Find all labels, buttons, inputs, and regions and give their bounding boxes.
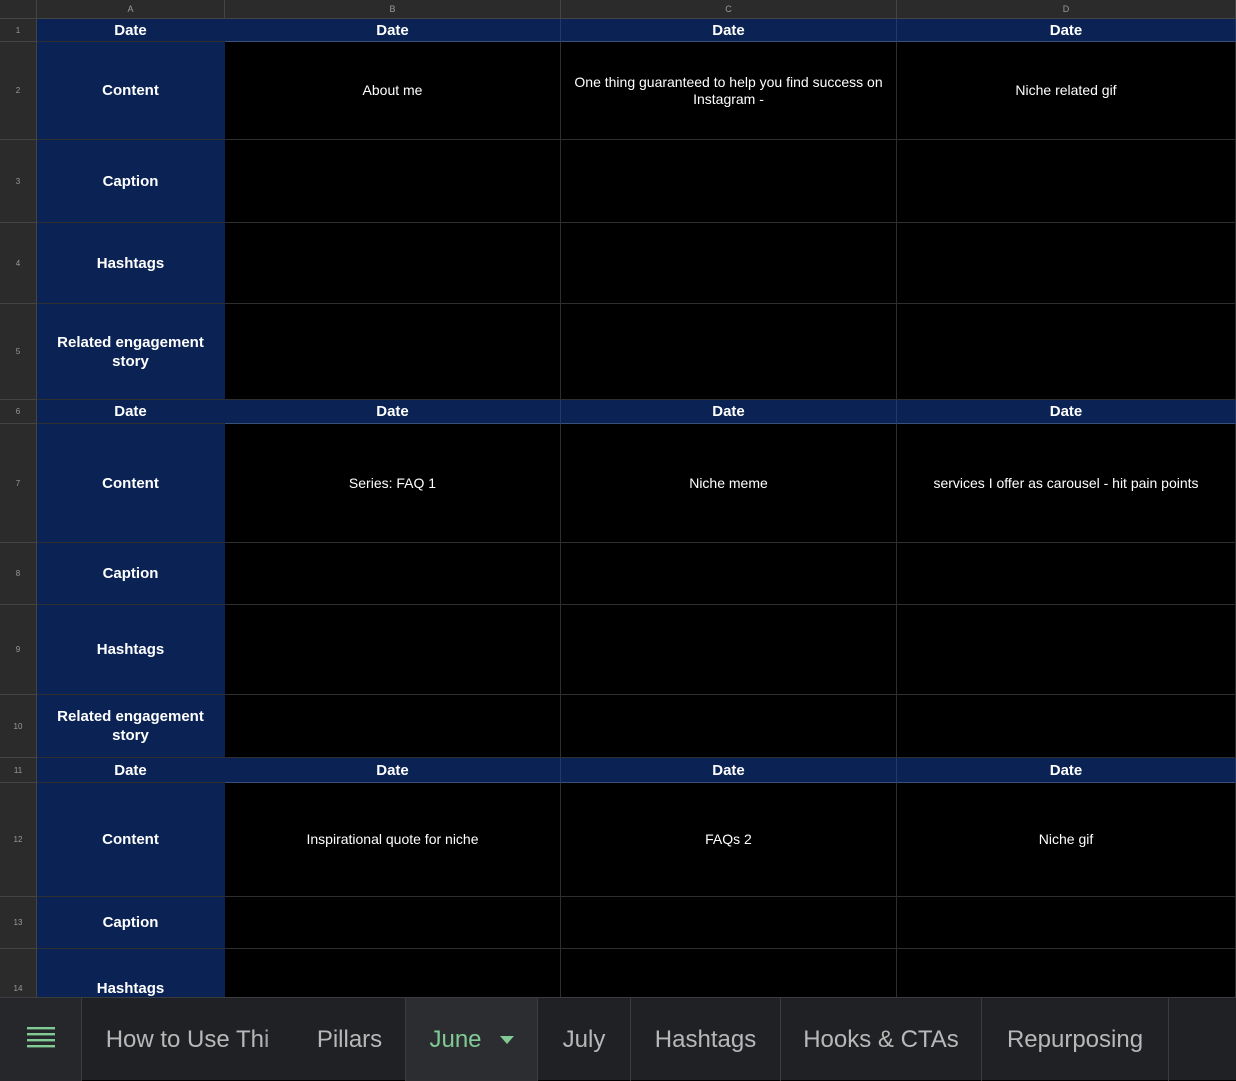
select-all-corner[interactable] (0, 0, 37, 19)
tab-how-to-use[interactable]: How to Use Thi (82, 998, 294, 1081)
tab-repurposing[interactable]: Repurposing (982, 998, 1169, 1081)
column-header-d[interactable]: D (897, 0, 1236, 19)
tab-label: July (562, 1025, 606, 1053)
row-label-cell[interactable]: Related engagement story (37, 304, 225, 400)
date-cell[interactable]: Date (225, 758, 561, 783)
content-cell[interactable] (897, 223, 1236, 304)
content-cell[interactable] (561, 140, 897, 223)
row-header[interactable]: 12 (0, 783, 37, 897)
content-cell[interactable] (561, 223, 897, 304)
content-cell[interactable]: About me (225, 42, 561, 140)
column-header-a[interactable]: A (37, 0, 225, 19)
row-header[interactable]: 11 (0, 758, 37, 783)
tab-pillars[interactable]: Pillars (294, 998, 406, 1081)
tab-hooks-ctas[interactable]: Hooks & CTAs (781, 998, 982, 1081)
date-cell[interactable]: Date (561, 400, 897, 424)
content-cell[interactable] (897, 949, 1236, 997)
content-cell[interactable]: Niche gif (897, 783, 1236, 897)
row-header[interactable]: 7 (0, 424, 37, 543)
row-label-cell[interactable]: Caption (37, 543, 225, 605)
row-label-cell[interactable]: Related engagement story (37, 695, 225, 758)
content-cell[interactable]: services I offer as carousel - hit pain … (897, 424, 1236, 543)
tab-hashtags[interactable]: Hashtags (631, 998, 781, 1081)
content-cell[interactable] (561, 695, 897, 758)
row-header[interactable]: 8 (0, 543, 37, 605)
column-header-b[interactable]: B (225, 0, 561, 19)
content-cell[interactable]: Series: FAQ 1 (225, 424, 561, 543)
date-cell[interactable]: Date (561, 19, 897, 42)
tab-label: Pillars (316, 1025, 383, 1053)
content-cell[interactable] (561, 897, 897, 949)
content-cell[interactable] (225, 223, 561, 304)
tab-july[interactable]: July (538, 998, 631, 1081)
date-cell[interactable]: Date (561, 758, 897, 783)
tab-label: Hooks & CTAs (803, 1025, 959, 1053)
spreadsheet-grid[interactable]: A B C D 1 Date Date Date Date 2 Content About m… (0, 0, 1236, 997)
row-header[interactable]: 10 (0, 695, 37, 758)
content-cell[interactable]: Niche meme (561, 424, 897, 543)
content-cell[interactable]: One thing guaranteed to help you find su… (561, 42, 897, 140)
row-header[interactable]: 5 (0, 304, 37, 400)
content-cell[interactable] (561, 605, 897, 695)
sheet-list-icon (26, 1025, 55, 1054)
content-cell[interactable] (897, 140, 1236, 223)
date-cell[interactable]: Date (897, 758, 1236, 783)
tab-june[interactable]: June (406, 998, 538, 1081)
content-cell[interactable] (897, 605, 1236, 695)
row-label-cell[interactable]: Date (37, 400, 225, 424)
tab-label: June (429, 1025, 482, 1053)
date-cell[interactable]: Date (225, 400, 561, 424)
column-header-c[interactable]: C (561, 0, 897, 19)
row-label-cell[interactable]: Hashtags (37, 949, 225, 997)
row-header[interactable]: 1 (0, 19, 37, 42)
row-header[interactable]: 9 (0, 605, 37, 695)
content-cell[interactable] (897, 897, 1236, 949)
content-cell[interactable] (225, 897, 561, 949)
content-cell[interactable] (897, 543, 1236, 605)
tab-label: How to Use Thi (105, 1025, 270, 1053)
tab-label: Hashtags (654, 1025, 757, 1053)
content-cell[interactable] (225, 949, 561, 997)
row-label-cell[interactable]: Date (37, 19, 225, 42)
row-label-cell[interactable]: Content (37, 42, 225, 140)
content-cell[interactable] (225, 304, 561, 400)
tab-label: Repurposing (1006, 1025, 1144, 1053)
date-cell[interactable]: Date (897, 400, 1236, 424)
sheet-tab-bar: How to Use Thi Pillars June July Hashtag… (0, 997, 1236, 1081)
row-header[interactable]: 3 (0, 140, 37, 223)
row-header[interactable]: 4 (0, 223, 37, 304)
content-cell[interactable] (561, 543, 897, 605)
row-label-cell[interactable]: Hashtags (37, 223, 225, 304)
content-cell[interactable] (225, 695, 561, 758)
date-cell[interactable]: Date (897, 19, 1236, 42)
content-cell[interactable]: Inspirational quote for niche (225, 783, 561, 897)
content-cell[interactable] (225, 543, 561, 605)
row-label-cell[interactable]: Content (37, 783, 225, 897)
content-cell[interactable]: Niche related gif (897, 42, 1236, 140)
content-cell[interactable] (561, 949, 897, 997)
row-header[interactable]: 14 (0, 949, 37, 997)
content-cell[interactable]: FAQs 2 (561, 783, 897, 897)
row-header[interactable]: 13 (0, 897, 37, 949)
content-cell[interactable] (897, 695, 1236, 758)
content-cell[interactable] (225, 605, 561, 695)
row-label-cell[interactable]: Caption (37, 897, 225, 949)
row-label-cell[interactable]: Caption (37, 140, 225, 223)
all-sheets-button[interactable] (0, 998, 82, 1081)
row-label-cell[interactable]: Hashtags (37, 605, 225, 695)
content-cell[interactable] (561, 304, 897, 400)
triangle-down-icon[interactable] (499, 1035, 514, 1044)
row-label-cell[interactable]: Content (37, 424, 225, 543)
row-header[interactable]: 2 (0, 42, 37, 140)
date-cell[interactable]: Date (225, 19, 561, 42)
row-label-cell[interactable]: Date (37, 758, 225, 783)
content-cell[interactable] (225, 140, 561, 223)
content-cell[interactable] (897, 304, 1236, 400)
row-header[interactable]: 6 (0, 400, 37, 424)
